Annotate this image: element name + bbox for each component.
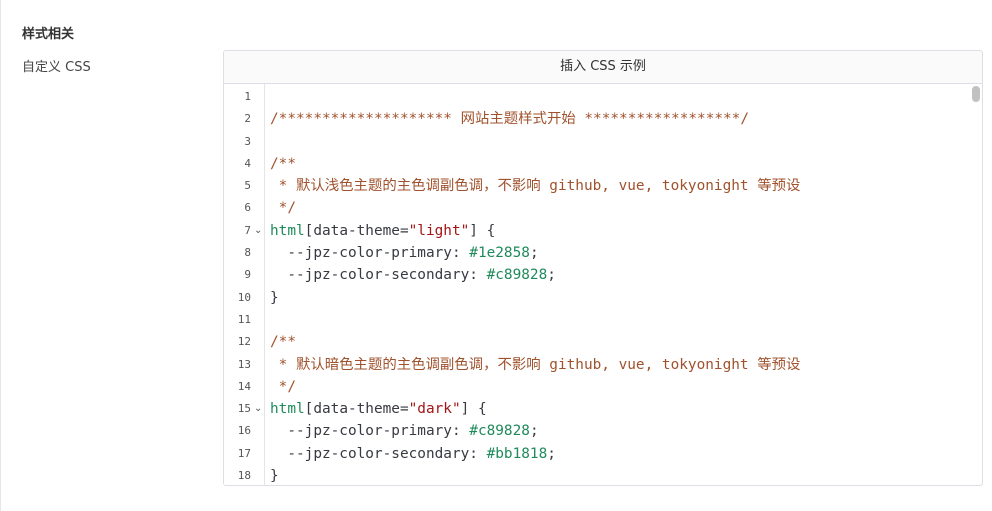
code-token: --jpz-color-primary	[270, 245, 452, 262]
code-text: */	[270, 376, 296, 398]
code-line: 7 ⌄ html[data-theme="light"] {	[224, 220, 969, 242]
line-number: 5	[244, 179, 251, 193]
line-number: 6	[244, 201, 251, 215]
code-token: }	[270, 289, 279, 306]
code-text: }	[270, 287, 279, 309]
code-line: 18}	[224, 465, 969, 485]
code-line: 17 --jpz-color-secondary: #bb1818;	[224, 443, 969, 465]
line-number: 15	[237, 402, 251, 416]
code-token: */	[270, 378, 296, 395]
custom-css-label: 自定义 CSS	[22, 60, 91, 75]
code-token: ;	[547, 267, 556, 284]
fold-chevron-down-icon[interactable]: ⌄	[254, 220, 262, 242]
code-editor-area[interactable]: 1 2/******************** 网站主题样式开始 *******…	[224, 84, 982, 485]
line-number: 11	[237, 312, 251, 326]
code-token: "light"	[408, 222, 470, 239]
code-token: #c89828	[469, 423, 530, 440]
code-token: * 默认浅色主题的主色调副色调，不影响 github, vue, tokyoni…	[270, 178, 801, 195]
code-line: 14 */	[224, 376, 969, 398]
code-token: */	[270, 200, 296, 217]
code-line: 11	[224, 309, 969, 331]
code-line: 12 /**	[224, 331, 969, 353]
code-text: * 默认暗色主题的主色调副色调，不影响 github, vue, tokyoni…	[270, 354, 801, 376]
css-editor: 插入 CSS 示例 1 2/******************** 网站主题样式…	[223, 50, 983, 486]
line-number: 8	[244, 246, 251, 260]
line-number: 16	[237, 424, 251, 438]
code-line: 10}	[224, 287, 969, 309]
scrollbar-thumb[interactable]	[972, 86, 980, 102]
code-line: 3	[224, 131, 969, 153]
code-text: html[data-theme="light"] {	[270, 220, 495, 242]
line-number: 4	[244, 156, 251, 170]
code-line: 2 /******************** 网站主题样式开始 ********…	[224, 108, 969, 130]
code-line: 4 /**	[224, 153, 969, 175]
code-text: * 默认浅色主题的主色调副色调，不影响 github, vue, tokyoni…	[270, 175, 801, 197]
line-number: 9	[244, 268, 251, 282]
code-line: 16 --jpz-color-primary: #c89828;	[224, 420, 969, 442]
code-line: 1	[224, 86, 969, 108]
code-token: #c89828	[486, 267, 548, 284]
code-token: =	[399, 401, 409, 418]
code-text: html[data-theme="dark"] {	[270, 398, 487, 420]
code-text: --jpz-color-primary: #1e2858;	[270, 242, 539, 264]
code-line: 6 */	[224, 197, 969, 219]
code-line: 15 ⌄ html[data-theme="dark"] {	[224, 398, 969, 420]
code-token: :	[469, 267, 487, 284]
fold-chevron-down-icon[interactable]: ⌄	[254, 398, 262, 420]
code-token: ] {	[469, 222, 496, 239]
line-number: 3	[244, 134, 251, 148]
line-number: 14	[237, 379, 251, 393]
line-number: 18	[237, 469, 251, 483]
code-token: "dark"	[408, 401, 461, 418]
code-text: /**	[270, 153, 296, 175]
code-token: #1e2858	[469, 245, 530, 262]
code-text: --jpz-color-primary: #c89828;	[270, 420, 539, 442]
code-lines: 1 2/******************** 网站主题样式开始 *******…	[224, 86, 969, 485]
code-line: 13 * 默认暗色主题的主色调副色调，不影响 github, vue, toky…	[224, 354, 969, 376]
code-token: }	[270, 468, 279, 485]
code-token: ] {	[460, 401, 487, 418]
code-text: /******************** 网站主题样式开始 *********…	[270, 108, 749, 130]
code-text: */	[270, 197, 296, 219]
code-token: --jpz-color-secondary	[270, 267, 470, 284]
code-token: --jpz-color-primary	[270, 423, 452, 440]
vertical-scrollbar[interactable]	[970, 84, 982, 485]
insert-css-example-button[interactable]: 插入 CSS 示例	[224, 51, 982, 84]
settings-page: 样式相关 自定义 CSS 插入 CSS 示例 1 2/**************…	[0, 0, 992, 511]
line-number: 7	[244, 223, 251, 237]
code-token: html	[270, 222, 305, 239]
line-number: 2	[244, 112, 251, 126]
line-number: 10	[237, 290, 251, 304]
code-token: html	[270, 401, 305, 418]
line-number: 1	[244, 90, 251, 103]
code-token: :	[451, 245, 470, 262]
code-token: data-theme	[313, 222, 400, 239]
code-token: /******************** 网站主题样式开始 *********…	[270, 111, 750, 128]
code-text: --jpz-color-secondary: #c89828;	[270, 264, 556, 286]
code-token: /**	[270, 334, 296, 351]
code-text: }	[270, 465, 279, 485]
code-token: --jpz-color-secondary	[270, 445, 470, 462]
code-line: 9 --jpz-color-secondary: #c89828;	[224, 264, 969, 286]
code-line: 5 * 默认浅色主题的主色调副色调，不影响 github, vue, tokyo…	[224, 175, 969, 197]
code-token: ;	[547, 445, 556, 462]
line-number: 13	[237, 357, 251, 371]
code-token: /**	[270, 155, 296, 172]
line-number: 12	[237, 335, 251, 349]
line-number: 17	[237, 446, 251, 460]
code-token: :	[469, 445, 487, 462]
code-token: data-theme	[313, 401, 400, 418]
section-title: 样式相关	[22, 27, 75, 42]
code-token: ;	[529, 423, 539, 440]
code-token: :	[451, 423, 470, 440]
code-token: =	[399, 222, 409, 239]
code-token: ;	[529, 245, 539, 262]
code-text: /**	[270, 331, 296, 353]
code-line: 8 --jpz-color-primary: #1e2858;	[224, 242, 969, 264]
code-token: #bb1818	[486, 445, 548, 462]
code-text: --jpz-color-secondary: #bb1818;	[270, 443, 556, 465]
code-token: * 默认暗色主题的主色调副色调，不影响 github, vue, tokyoni…	[270, 356, 801, 373]
